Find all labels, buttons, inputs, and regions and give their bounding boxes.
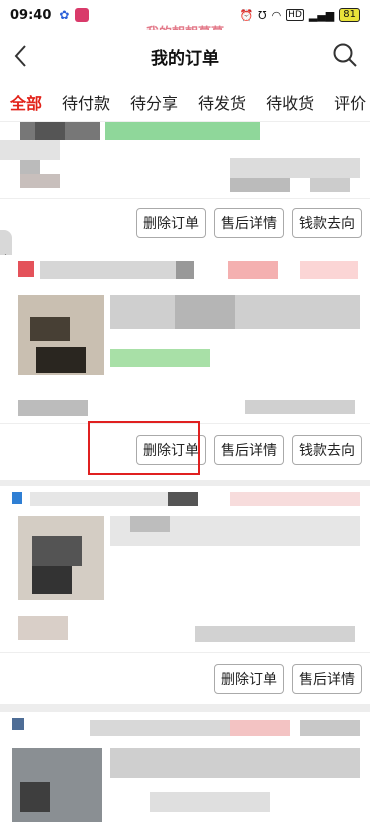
tab-pending-receipt[interactable]: 待收货 — [256, 90, 324, 114]
order-card[interactable]: 删除订单 售后详情 — [0, 486, 370, 704]
search-button[interactable] — [332, 42, 358, 68]
nav-bar: 我的订单 — [0, 30, 370, 82]
order-card[interactable]: 删除订单 售后详情 钱款去向 — [0, 122, 370, 274]
delete-order-button[interactable]: 删除订单 — [214, 664, 284, 694]
tab-review[interactable]: 评价 — [324, 90, 370, 114]
tab-pending-share[interactable]: 待分享 — [120, 90, 188, 114]
delete-order-button[interactable]: 删除订单 — [136, 208, 206, 238]
refund-destination-button[interactable]: 钱款去向 — [292, 208, 362, 238]
after-sales-details-button[interactable]: 售后详情 — [214, 208, 284, 238]
status-app-icons: ✿ — [57, 8, 90, 22]
divider — [0, 198, 370, 199]
page-title: 我的订单 — [151, 48, 219, 69]
redacted-content — [0, 712, 370, 822]
divider — [0, 652, 370, 653]
order-actions: 删除订单 售后详情 — [214, 664, 362, 694]
wifi-icon: ◠ — [271, 8, 282, 22]
search-icon — [333, 43, 357, 67]
chevron-left-icon — [14, 45, 26, 67]
redacted-content — [0, 122, 370, 202]
battery-indicator: 81 — [339, 8, 360, 22]
alarm-icon: ⏰ — [239, 8, 254, 22]
after-sales-details-button[interactable]: 售后详情 — [292, 664, 362, 694]
order-card[interactable] — [0, 712, 370, 822]
signal-icon: ▂▄▆ — [308, 8, 335, 22]
nfc-icon: ℧ — [258, 8, 267, 22]
status-time: 09:40 — [10, 7, 52, 23]
after-sales-details-button[interactable]: 售后详情 — [214, 435, 284, 465]
baidu-paw-icon: ✿ — [57, 8, 72, 22]
highlight-box — [88, 421, 200, 475]
back-button[interactable] — [8, 42, 36, 70]
order-tabs: 全部 待付款 待分享 待发货 待收货 评价 — [0, 82, 370, 122]
tab-pending-shipment[interactable]: 待发货 — [188, 90, 256, 114]
order-card[interactable]: 删除订单 售后详情 钱款去向 — [0, 255, 370, 480]
tab-all[interactable]: 全部 — [0, 90, 52, 114]
refund-destination-button[interactable]: 钱款去向 — [292, 435, 362, 465]
redacted-content — [0, 255, 370, 416]
redacted-content — [0, 486, 370, 646]
tab-pending-payment[interactable]: 待付款 — [52, 90, 120, 114]
hd-badge: HD — [286, 9, 304, 21]
app-notification-icon — [75, 8, 90, 22]
order-actions: 删除订单 售后详情 钱款去向 — [136, 208, 362, 238]
status-indicators: ⏰ ℧ ◠ HD ▂▄▆ 81 — [239, 8, 360, 22]
